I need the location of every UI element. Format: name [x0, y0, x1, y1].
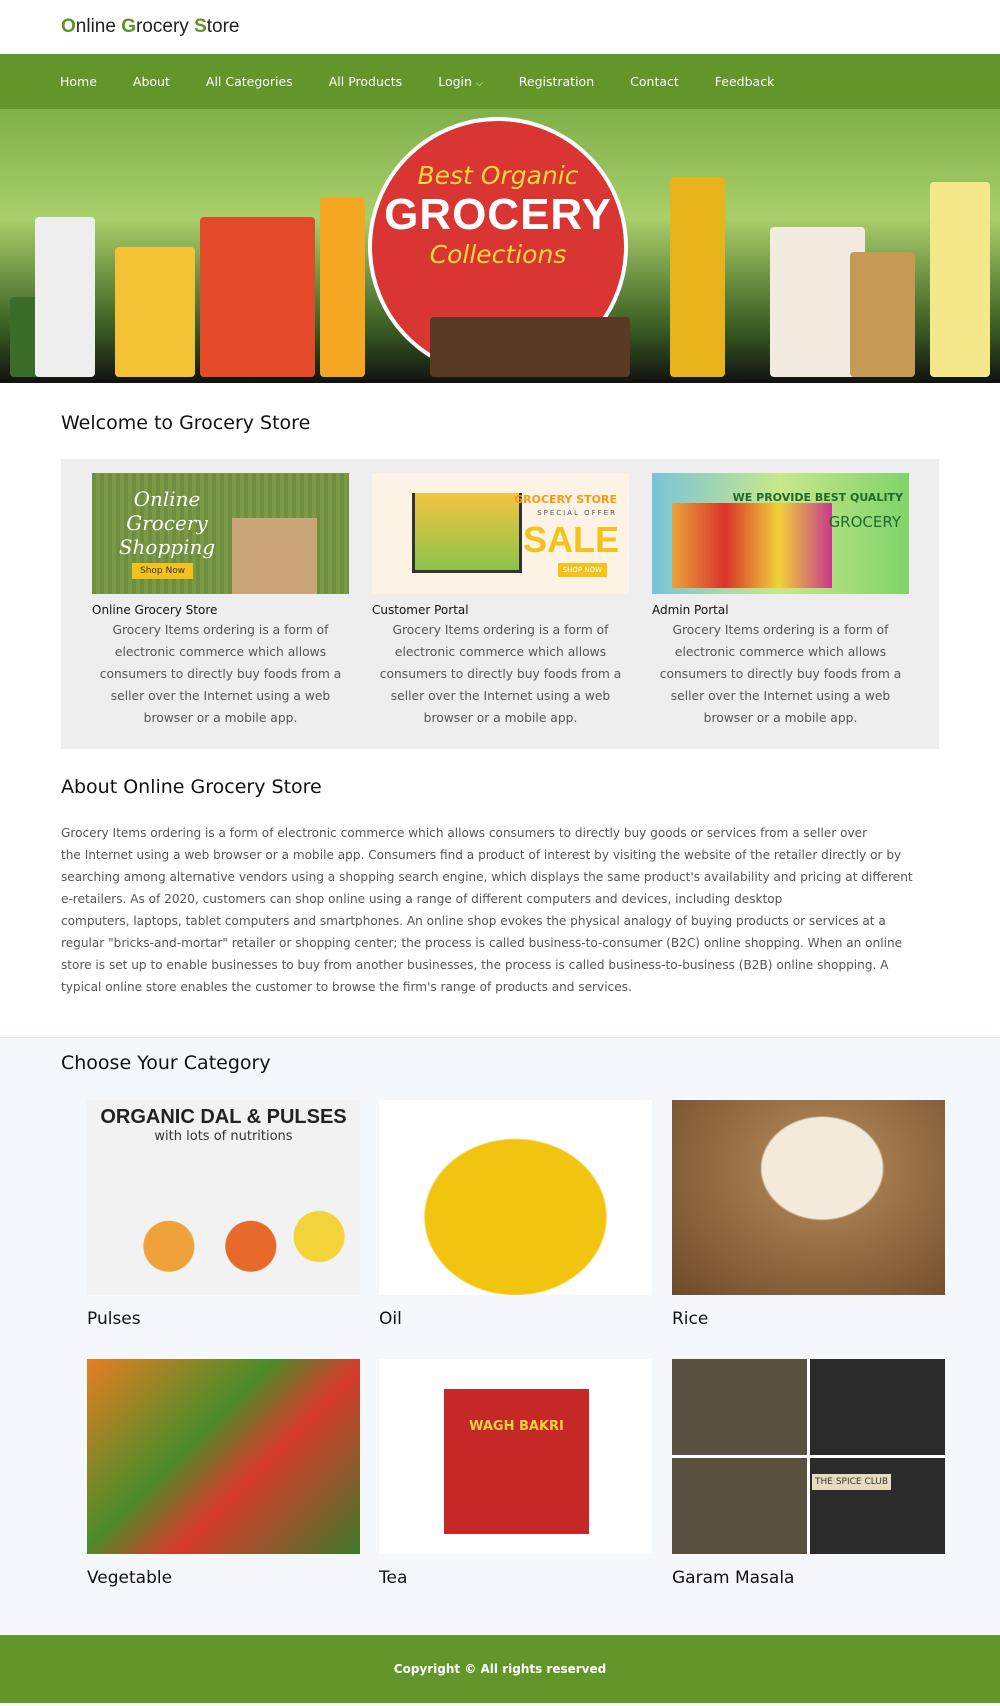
card-image-text: GROCERY STORE: [514, 493, 617, 506]
nav-home[interactable]: Home: [60, 74, 97, 89]
logo-initial: O: [61, 16, 76, 37]
card-image-big: SALE: [522, 519, 619, 560]
category-label: Rice: [672, 1309, 709, 1329]
about-paragraph: Grocery Items ordering is a form of elec…: [61, 822, 951, 998]
copyright-text: Copyright © All rights reserved: [393, 1662, 607, 1676]
logo-text: nline: [75, 16, 122, 37]
category-vegetable[interactable]: Vegetable: [87, 1359, 360, 1588]
product-image: [115, 247, 195, 377]
category-label: Garam Masala: [672, 1568, 795, 1588]
nav-registration[interactable]: Registration: [519, 74, 594, 89]
category-oil[interactable]: Oil: [379, 1100, 652, 1329]
about-line: store is set up to enable businesses to …: [61, 958, 889, 972]
logo-text: tore: [206, 16, 240, 37]
footer: Copyright © All rights reserved: [0, 1635, 1000, 1703]
category-image-text: ORGANIC DAL & PULSES: [100, 1106, 347, 1128]
card-image-sub: SPECIAL OFFER: [537, 509, 617, 517]
card-description: Grocery Items ordering is a form of elec…: [99, 623, 342, 725]
about-title: About Online Grocery Store: [61, 776, 322, 798]
card-title: Customer Portal: [372, 603, 469, 617]
site-logo[interactable]: Online Grocery Store: [0, 0, 1000, 54]
banner-line3: Collections: [429, 240, 567, 269]
category-label: Vegetable: [87, 1568, 173, 1588]
logo-text: rocery: [135, 16, 195, 37]
portal-cards: Online Grocery Shopping Shop Now Online …: [61, 459, 939, 749]
nav-all-products[interactable]: All Products: [329, 74, 402, 89]
nav-about[interactable]: About: [133, 74, 170, 89]
card-image: WE PROVIDE BEST QUALITY GROCERY: [652, 473, 909, 594]
category-image: [87, 1359, 360, 1554]
banner-line2: GROCERY: [384, 190, 612, 239]
product-image: [430, 317, 630, 377]
category-image-text: WAGH BAKRI: [444, 1389, 589, 1534]
banner-line1: Best Organic: [417, 161, 579, 190]
card-image: GROCERY STORE SPECIAL OFFER SALE SHOP NO…: [372, 473, 629, 594]
about-line: e-retailers. As of 2020, customers can s…: [61, 892, 783, 906]
nav-login-dropdown[interactable]: Login ⌵: [438, 74, 483, 89]
main-nav: Home About All Categories All Products L…: [0, 54, 1000, 109]
card-image-text: WE PROVIDE BEST QUALITY: [732, 491, 903, 504]
card-title: Online Grocery Store: [92, 603, 218, 617]
card-admin-portal[interactable]: WE PROVIDE BEST QUALITY GROCERY Admin Po…: [652, 473, 909, 729]
hero-banner: Best Organic GROCERY Collections: [0, 109, 1000, 383]
category-title: Choose Your Category: [61, 1052, 271, 1074]
card-title: Admin Portal: [652, 603, 729, 617]
card-image-text: Online Grocery Shopping: [118, 487, 216, 559]
card-description: Grocery Items ordering is a form of elec…: [379, 623, 622, 725]
about-line: typical online store enables the custome…: [61, 980, 632, 994]
product-image: [930, 182, 990, 377]
category-section: Choose Your Category ORGANIC DAL & PULSE…: [0, 1037, 1000, 1635]
category-rice[interactable]: Rice: [672, 1100, 945, 1329]
product-image: [35, 217, 95, 377]
card-image: Online Grocery Shopping Shop Now: [92, 473, 349, 594]
product-image: [320, 197, 365, 377]
logo-initial: G: [121, 16, 136, 37]
about-line: searching among alternative vendors usin…: [61, 870, 913, 884]
shop-now-button[interactable]: SHOP NOW: [557, 563, 607, 577]
shop-now-button[interactable]: Shop Now: [132, 563, 194, 579]
chevron-down-icon: ⌵: [475, 79, 483, 89]
nav-feedback[interactable]: Feedback: [715, 74, 775, 89]
category-pulses[interactable]: ORGANIC DAL & PULSES with lots of nutrit…: [87, 1100, 360, 1329]
welcome-title: Welcome to Grocery Store: [61, 412, 311, 434]
category-image-sub: with lots of nutritions: [154, 1129, 293, 1144]
about-line: the Internet using a web browser or a mo…: [61, 848, 902, 862]
category-image: THE SPICE CLUB: [672, 1359, 945, 1554]
product-image: [670, 177, 725, 377]
product-image: [850, 252, 915, 377]
nav-contact[interactable]: Contact: [630, 74, 679, 89]
category-tea[interactable]: WAGH BAKRI Tea: [379, 1359, 652, 1588]
about-line: Grocery Items ordering is a form of elec…: [61, 826, 868, 840]
nav-all-categories[interactable]: All Categories: [206, 74, 293, 89]
category-label: Tea: [379, 1568, 408, 1588]
logo-initial: S: [194, 16, 207, 37]
category-label: Oil: [379, 1309, 402, 1329]
card-image-sub: GROCERY: [828, 513, 901, 531]
about-line: regular "bricks-and-mortar" retailer or …: [61, 936, 903, 950]
category-image: [379, 1100, 652, 1295]
category-image: ORGANIC DAL & PULSES with lots of nutrit…: [87, 1100, 360, 1295]
category-image: [672, 1100, 945, 1295]
category-image: WAGH BAKRI: [379, 1359, 652, 1554]
category-image-text: THE SPICE CLUB: [812, 1474, 892, 1490]
category-label: Pulses: [87, 1309, 141, 1329]
card-customer-portal[interactable]: GROCERY STORE SPECIAL OFFER SALE SHOP NO…: [372, 473, 629, 729]
about-line: computers, laptops, tablet computers and…: [61, 914, 886, 928]
card-online-grocery[interactable]: Online Grocery Shopping Shop Now Online …: [92, 473, 349, 729]
product-image: [200, 217, 315, 377]
nav-login-label: Login: [438, 74, 472, 89]
card-description: Grocery Items ordering is a form of elec…: [659, 623, 902, 725]
category-garam-masala[interactable]: THE SPICE CLUB Garam Masala: [672, 1359, 945, 1588]
